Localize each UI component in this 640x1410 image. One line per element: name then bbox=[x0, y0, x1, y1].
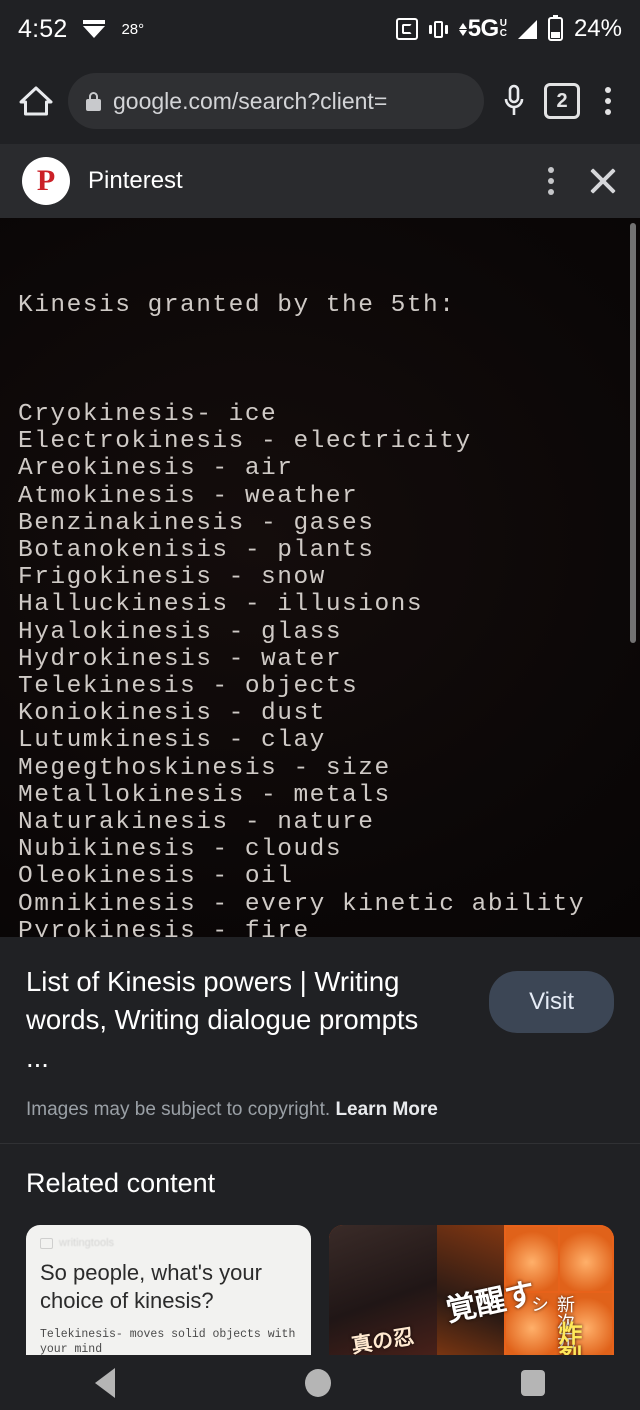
lock-icon bbox=[86, 91, 101, 111]
network-type-icon: 5G U C bbox=[458, 15, 507, 43]
close-icon[interactable] bbox=[588, 166, 618, 196]
kinesis-line: Hyalokinesis - glass bbox=[18, 618, 343, 646]
card-watermark-text: writingtools bbox=[59, 1237, 115, 1249]
kinesis-line: Lutumkinesis - clay bbox=[18, 727, 326, 755]
tab-count-label: 2 bbox=[556, 89, 568, 112]
vibrate-icon bbox=[428, 20, 448, 38]
kinesis-line: Megegthoskinesis - size bbox=[18, 754, 391, 782]
caption-title: List of Kinesis powers | Writing words, … bbox=[26, 966, 419, 1073]
kinesis-line: Cryokinesis- ice bbox=[18, 401, 278, 429]
kinesis-line: Omnikinesis - every kinetic ability bbox=[18, 890, 586, 918]
tab-count-button[interactable]: 2 bbox=[544, 83, 580, 119]
kinesis-line: Pyrokinesis - fire bbox=[18, 917, 310, 937]
vertical-scrollbar[interactable] bbox=[630, 223, 636, 643]
status-bar-right: 5G U C 24% bbox=[395, 15, 622, 43]
android-nav-bar bbox=[0, 1355, 640, 1410]
home-icon[interactable] bbox=[14, 79, 58, 123]
kinesis-line: Botanokenisis - plants bbox=[18, 537, 375, 565]
kinesis-heading: Kinesis granted by the 5th: bbox=[18, 292, 456, 320]
kinesis-line: Frigokinesis - snow bbox=[18, 564, 326, 592]
status-time: 4:52 bbox=[18, 14, 68, 43]
address-bar[interactable]: google.com/search?client= bbox=[68, 73, 484, 129]
phone-screen: 4:52 28° 5G U C 24% google.com/search?cl… bbox=[0, 0, 640, 1410]
copyright-text: Images may be subject to copyright. bbox=[26, 1099, 331, 1120]
card-watermark: writingtools bbox=[40, 1237, 297, 1249]
kinesis-line: Naturakinesis - nature bbox=[18, 809, 375, 837]
kinesis-line: Telekinesis - objects bbox=[18, 673, 359, 701]
pinterest-logo-icon: P bbox=[22, 157, 70, 205]
browser-toolbar: google.com/search?client= 2 bbox=[0, 58, 640, 144]
kinesis-line: Oleokinesis - oil bbox=[18, 863, 294, 891]
network-sub-lower: C bbox=[499, 28, 507, 39]
kinesis-line: Koniokinesis - dust bbox=[18, 700, 326, 728]
image-caption-panel: List of Kinesis powers | Writing words, … bbox=[0, 937, 640, 1143]
microphone-icon[interactable] bbox=[494, 79, 534, 123]
kinesis-line: Nubikinesis - clouds bbox=[18, 836, 343, 864]
status-bar: 4:52 28° 5G U C 24% bbox=[0, 0, 640, 58]
tumblr-post-icon bbox=[40, 1237, 53, 1249]
network-sub-label: U C bbox=[500, 19, 507, 39]
recents-square-icon[interactable] bbox=[521, 1369, 545, 1396]
related-section-title: Related content bbox=[26, 1168, 216, 1198]
kinesis-line: Electrokinesis - electricity bbox=[18, 428, 472, 456]
learn-more-link[interactable]: Learn More bbox=[335, 1099, 437, 1120]
card-body-line: Telekinesis- moves solid objects with yo… bbox=[40, 1328, 296, 1356]
card-heading: So people, what's your choice of kinesis… bbox=[40, 1260, 262, 1313]
kinesis-line: Benzinakinesis - gases bbox=[18, 509, 375, 537]
copyright-note: Images may be subject to copyright. Lear… bbox=[26, 1099, 614, 1121]
download-icon bbox=[81, 18, 107, 40]
kinesis-list: Cryokinesis- ice Electrokinesis - electri… bbox=[18, 401, 630, 937]
status-temperature: 28° bbox=[121, 20, 145, 38]
network-label: 5G bbox=[467, 15, 500, 42]
kinesis-line: Hydrokinesis - water bbox=[18, 645, 343, 673]
back-triangle-icon[interactable] bbox=[95, 1367, 115, 1398]
signal-bars-icon bbox=[517, 19, 537, 39]
kinesis-line: Atmokinesis - weather bbox=[18, 482, 359, 510]
home-circle-icon[interactable] bbox=[305, 1368, 331, 1397]
url-text: google.com/search?client= bbox=[113, 87, 388, 114]
data-arrows-icon bbox=[458, 22, 467, 36]
site-overflow-menu-icon[interactable] bbox=[548, 167, 554, 195]
kinesis-line: Metallokinesis - metals bbox=[18, 781, 391, 809]
pinterest-logo-glyph: P bbox=[36, 164, 56, 197]
site-header-actions bbox=[548, 166, 618, 196]
kinesis-line: Areokinesis - air bbox=[18, 455, 294, 483]
visit-button[interactable]: Visit bbox=[489, 971, 614, 1033]
image-viewer[interactable]: Kinesis granted by the 5th: Cryokinesis-… bbox=[0, 218, 640, 937]
site-header: P Pinterest bbox=[0, 144, 640, 218]
image-text-content: Kinesis granted by the 5th: Cryokinesis-… bbox=[18, 238, 630, 937]
nfc-icon bbox=[395, 18, 418, 40]
battery-percent: 24% bbox=[573, 15, 622, 42]
caption-row: List of Kinesis powers | Writing words, … bbox=[26, 963, 614, 1077]
battery-icon bbox=[547, 15, 563, 41]
site-name: Pinterest bbox=[88, 167, 183, 194]
overflow-menu-icon[interactable] bbox=[590, 79, 626, 123]
kinesis-line: Halluckinesis - illusions bbox=[18, 591, 424, 619]
status-bar-left: 4:52 28° bbox=[18, 15, 144, 44]
